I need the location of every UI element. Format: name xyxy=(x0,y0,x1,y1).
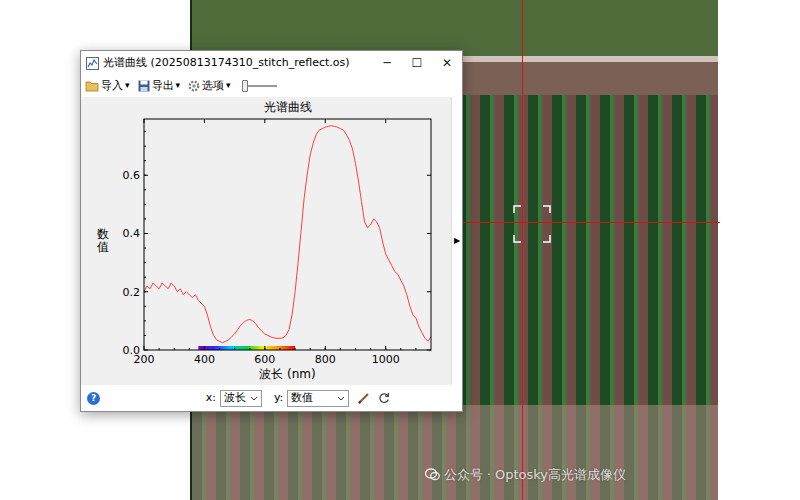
menu-label: 选项 xyxy=(202,78,224,95)
slider-knob[interactable] xyxy=(242,80,248,92)
y-tick xyxy=(144,233,148,234)
chevron-down-icon xyxy=(250,396,258,401)
x-tick xyxy=(385,119,386,123)
x-tick xyxy=(264,346,265,350)
options-menu[interactable]: 选项▾ xyxy=(188,78,231,95)
y-tick xyxy=(427,291,431,292)
title-bar[interactable]: 光谱曲线 (20250813174310_stitch_reflect.os) … xyxy=(81,51,462,75)
save-icon xyxy=(138,80,150,92)
gear-icon xyxy=(188,80,200,92)
spectrum-window[interactable]: 光谱曲线 (20250813174310_stitch_reflect.os) … xyxy=(80,50,463,412)
folder-icon xyxy=(85,80,99,92)
spectrum-line[interactable] xyxy=(144,126,431,343)
import-menu[interactable]: 导入▾ xyxy=(85,78,130,95)
watermark: 公众号 · Optosky高光谱成像仪 xyxy=(425,465,626,485)
x-tick xyxy=(325,119,326,123)
save-icon xyxy=(138,80,150,92)
caret-icon: ▾ xyxy=(125,79,130,93)
footer-bar: ? x: 波长 y: 数值 xyxy=(81,385,462,411)
x-axis-select[interactable]: 波长 xyxy=(220,390,262,407)
caret-icon: ▾ xyxy=(176,79,181,93)
side-panel-strip[interactable]: ▶ xyxy=(451,97,462,385)
gear-icon xyxy=(188,80,200,92)
export-menu[interactable]: 导出▾ xyxy=(138,78,181,95)
y-tick-label: 0.0 xyxy=(123,344,141,357)
help-button[interactable]: ? xyxy=(87,392,100,405)
x-tick xyxy=(264,119,265,123)
caret-icon: ▾ xyxy=(226,79,231,93)
plot-frame xyxy=(144,119,431,350)
chart-area: 数值 光谱曲线20040060080010000.00.20.40.6波长 (n… xyxy=(81,97,462,385)
x-axis-title: 波长 (nm) xyxy=(259,367,315,381)
x-tick-label: 800 xyxy=(315,353,336,366)
zoom-slider[interactable] xyxy=(243,85,277,87)
visible-spectrum-bar xyxy=(198,346,295,350)
pencil-icon[interactable] xyxy=(357,392,370,405)
y-tick-label: 0.6 xyxy=(123,169,141,182)
x-tick-label: 1000 xyxy=(372,353,400,366)
y-tick-label: 0.4 xyxy=(123,227,141,240)
maximize-button[interactable]: ☐ xyxy=(402,51,432,75)
y-axis-title: 数值 xyxy=(97,228,109,254)
y-tick-label: 0.2 xyxy=(123,286,141,299)
x-tick xyxy=(325,346,326,350)
wechat-icon xyxy=(425,468,440,481)
spectrum-app-icon xyxy=(86,57,99,70)
window-title: 光谱曲线 (20250813174310_stitch_reflect.os) xyxy=(103,55,350,72)
chart-title: 光谱曲线 xyxy=(264,100,312,114)
x-tick xyxy=(385,346,386,350)
selection-box-icon[interactable] xyxy=(513,205,551,243)
close-button[interactable]: ✕ xyxy=(432,51,462,75)
y-tick xyxy=(427,233,431,234)
y-axis-select[interactable]: 数值 xyxy=(287,390,349,407)
plot-background xyxy=(144,119,431,350)
x-tick-label: 600 xyxy=(254,353,275,366)
y-tick xyxy=(144,175,148,176)
x-tick xyxy=(204,119,205,123)
minimize-button[interactable]: ─ xyxy=(372,51,402,75)
y-tick xyxy=(427,175,431,176)
menu-label: 导入 xyxy=(101,78,123,95)
x-tick xyxy=(204,346,205,350)
x-tick-label: 400 xyxy=(194,353,215,366)
y-axis-select-label: y: xyxy=(274,390,283,407)
crosshair-vertical xyxy=(522,0,523,500)
menu-label: 导出 xyxy=(152,78,174,95)
y-axis-select-value: 数值 xyxy=(291,390,313,407)
x-axis-select-label: x: xyxy=(206,390,216,407)
x-axis-select-value: 波长 xyxy=(224,390,246,407)
expand-arrow[interactable]: ▶ xyxy=(454,235,460,247)
chevron-down-icon xyxy=(337,396,345,401)
refresh-icon[interactable] xyxy=(378,392,390,404)
toolbar: 导入▾导出▾选项▾ xyxy=(81,75,462,97)
spectrum-chart[interactable]: 光谱曲线20040060080010000.00.20.40.6波长 (nm) xyxy=(111,97,441,385)
folder-icon xyxy=(85,80,99,92)
